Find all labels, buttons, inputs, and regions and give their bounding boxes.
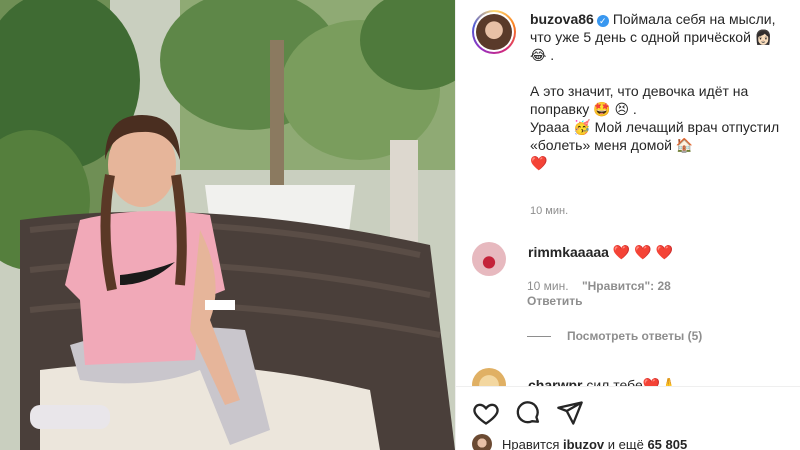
comment-text: ❤️ ❤️ ❤️ xyxy=(612,244,673,260)
post-caption: buzova86 ✓ Поймала себя на мысли, что уже … xyxy=(530,10,790,172)
commenter-avatar[interactable] xyxy=(472,242,506,276)
likes-suffix: и ещё xyxy=(607,436,644,450)
likes-prefix: Нравится xyxy=(502,436,560,450)
caption-row: buzova86 ✓ Поймала себя на мысли, что уже … xyxy=(472,10,792,172)
heart-outline-icon[interactable] xyxy=(472,399,500,427)
replies-divider xyxy=(527,335,551,337)
comment-likes[interactable]: "Нравится": 28 xyxy=(582,279,671,293)
caption-line-2: А это значит, что девочка идёт на поправ… xyxy=(530,83,749,117)
comment-bubble-icon[interactable] xyxy=(514,399,542,427)
post-photo[interactable] xyxy=(0,0,455,450)
caption-heart: ❤️ xyxy=(530,155,548,171)
photo-illustration xyxy=(0,0,455,450)
likes-summary[interactable]: Нравится ibuzov и ещё 65 805 xyxy=(472,434,687,450)
paper-plane-icon[interactable] xyxy=(556,399,584,427)
commenter-username[interactable]: rimmkaaaaa xyxy=(528,244,609,260)
reply-button[interactable]: Ответить xyxy=(527,294,582,308)
post-timestamp[interactable]: 10 мин. xyxy=(530,205,568,217)
view-replies-button[interactable]: Посмотреть ответы (5) xyxy=(527,329,702,343)
action-bar: Нравится ibuzov и ещё 65 805 xyxy=(456,386,800,450)
view-replies-label: Посмотреть ответы (5) xyxy=(567,329,703,343)
comment-time[interactable]: 10 мин. xyxy=(527,279,569,293)
caption-line-3: Урааа 🥳 Мой лечащий врач отпустил «болет… xyxy=(530,119,780,153)
likes-count[interactable]: 65 805 xyxy=(647,437,687,450)
verified-badge-icon: ✓ xyxy=(596,15,609,27)
author-avatar[interactable] xyxy=(472,10,516,54)
liker-username[interactable]: ibuzov xyxy=(563,437,604,450)
post-details-panel: buzova86 ✓ Поймала себя на мысли, что уже … xyxy=(455,0,800,450)
liker-avatar xyxy=(472,434,492,450)
author-username[interactable]: buzova86 xyxy=(530,11,594,27)
comment-meta: 10 мин. "Нравится": 28 xyxy=(527,279,671,293)
comment-item: rimmkaaaaa ❤️ ❤️ ❤️ xyxy=(472,242,792,276)
